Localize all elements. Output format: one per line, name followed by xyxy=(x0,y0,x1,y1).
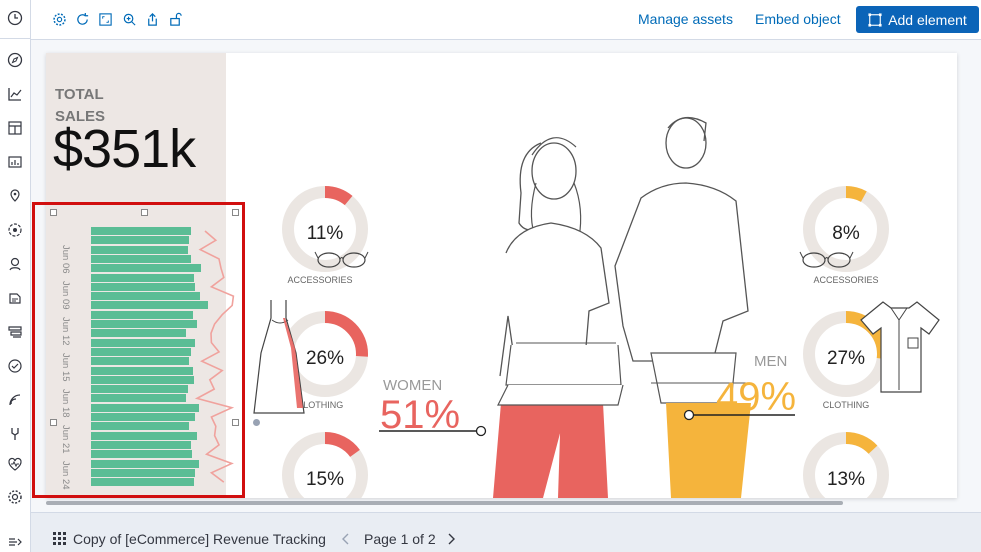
side-nav xyxy=(0,0,31,552)
date-tick: Jun 15 xyxy=(60,353,71,382)
page-info[interactable]: Page 1 of 2 xyxy=(364,531,436,547)
women-shoes-pct: 15% xyxy=(305,469,345,490)
workpad-page: TOTAL SALES $351k Jun 06 Jun 09 Jun 12 Jun … xyxy=(46,53,957,498)
horizontal-scrollbar[interactable] xyxy=(46,501,843,505)
sales-bar xyxy=(91,450,192,459)
canvas-icon[interactable] xyxy=(6,153,24,171)
nav-divider xyxy=(0,38,31,39)
sales-bar xyxy=(91,301,208,310)
ml-icon[interactable] xyxy=(6,221,24,239)
graph-icon[interactable] xyxy=(6,255,24,273)
dashboard-icon[interactable] xyxy=(6,119,24,137)
dev-tools-icon[interactable] xyxy=(6,425,24,443)
workpad-title[interactable]: Copy of [eCommerce] Revenue Tracking xyxy=(73,531,326,547)
men-label: MEN xyxy=(754,353,788,370)
trend-line xyxy=(194,230,235,483)
date-tick: Jun 21 xyxy=(60,425,71,454)
uptime-icon[interactable] xyxy=(6,357,24,375)
sales-bar xyxy=(91,273,194,282)
sales-bar xyxy=(91,292,200,301)
sales-bar xyxy=(91,366,193,375)
sales-bar xyxy=(91,394,186,403)
men-glasses-illustration xyxy=(799,251,854,268)
share-icon[interactable] xyxy=(143,10,161,28)
men-pointer xyxy=(683,409,795,421)
sales-bar xyxy=(91,422,189,431)
sales-bar xyxy=(91,403,199,412)
sales-bar xyxy=(91,227,191,235)
sales-bar xyxy=(91,264,201,273)
resize-handle[interactable] xyxy=(50,209,57,216)
monitoring-icon[interactable] xyxy=(6,455,24,473)
rotate-handle[interactable] xyxy=(253,419,260,426)
workpad-footer: Copy of [eCommerce] Revenue Tracking Pag… xyxy=(31,512,981,552)
add-element-icon xyxy=(868,12,882,27)
resize-handle[interactable] xyxy=(50,419,57,426)
sales-bar xyxy=(91,468,195,477)
sales-bar xyxy=(91,320,197,328)
people-illustration xyxy=(493,116,751,498)
collapse-icon[interactable] xyxy=(6,533,24,551)
siem-icon[interactable] xyxy=(6,391,24,409)
management-icon[interactable] xyxy=(6,488,24,506)
men-accessories-label: ACCESSORIES xyxy=(813,275,879,285)
prev-page-icon[interactable] xyxy=(341,533,351,545)
sales-bar xyxy=(91,310,193,319)
date-tick: Jun 06 xyxy=(60,245,71,274)
sales-bar xyxy=(91,478,194,487)
men-shoes-pct: 13% xyxy=(826,469,866,490)
manage-assets-link[interactable]: Manage assets xyxy=(638,11,733,27)
sales-bar xyxy=(91,236,189,245)
maps-icon[interactable] xyxy=(6,187,24,205)
sales-bar xyxy=(91,338,195,347)
sales-bar xyxy=(91,347,191,356)
sales-bar xyxy=(91,440,191,449)
sales-bar xyxy=(91,385,188,394)
sales-bar xyxy=(91,413,195,421)
settings-icon[interactable] xyxy=(50,10,68,28)
women-label: WOMEN xyxy=(383,377,443,394)
sales-bar xyxy=(91,357,189,366)
add-element-label: Add element xyxy=(888,11,967,28)
logs-icon[interactable] xyxy=(6,289,24,307)
grid-icon[interactable] xyxy=(53,532,66,545)
sales-bar xyxy=(91,459,199,468)
workpad-toolbar: Manage assets Embed object Add element xyxy=(31,0,981,40)
clock-icon[interactable] xyxy=(6,9,24,27)
dress-illustration xyxy=(253,300,305,414)
next-page-icon[interactable] xyxy=(446,533,456,545)
sales-bar xyxy=(91,329,186,338)
resize-handle[interactable] xyxy=(141,209,148,216)
women-accessories-label: ACCESSORIES xyxy=(287,275,353,285)
date-tick: Jun 12 xyxy=(60,317,71,346)
zoom-icon[interactable] xyxy=(120,10,138,28)
glasses-illustration xyxy=(314,251,369,268)
fullscreen-icon[interactable] xyxy=(96,10,114,28)
lock-icon[interactable] xyxy=(166,10,184,28)
sales-bar xyxy=(91,254,191,263)
shirt-illustration xyxy=(860,301,940,393)
resize-handle[interactable] xyxy=(232,209,239,216)
compass-icon[interactable] xyxy=(6,51,24,69)
sales-bar xyxy=(91,375,194,384)
embed-object-link[interactable]: Embed object xyxy=(755,11,841,27)
men-clothing-label: CLOTHING xyxy=(822,400,870,410)
date-tick: Jun 18 xyxy=(60,389,71,418)
resize-handle[interactable] xyxy=(232,419,239,426)
apm-icon[interactable] xyxy=(6,323,24,341)
women-pointer xyxy=(379,425,487,437)
women-accessories-pct: 11% xyxy=(306,223,344,244)
add-element-button[interactable]: Add element xyxy=(856,6,979,33)
chart-icon[interactable] xyxy=(6,85,24,103)
date-tick: Jun 24 xyxy=(60,461,71,490)
sales-bar xyxy=(91,245,188,254)
total-sales-value: $351k xyxy=(53,119,196,179)
daily-sales-bar-chart[interactable]: Jun 06 Jun 09 Jun 12 Jun 15 Jun 18 Jun 21 Jun … xyxy=(53,213,236,498)
date-tick: Jun 09 xyxy=(60,281,71,310)
sales-bar xyxy=(91,282,195,291)
men-accessories-pct: 8% xyxy=(832,223,860,244)
refresh-icon[interactable] xyxy=(73,10,91,28)
sales-bar xyxy=(91,431,197,440)
